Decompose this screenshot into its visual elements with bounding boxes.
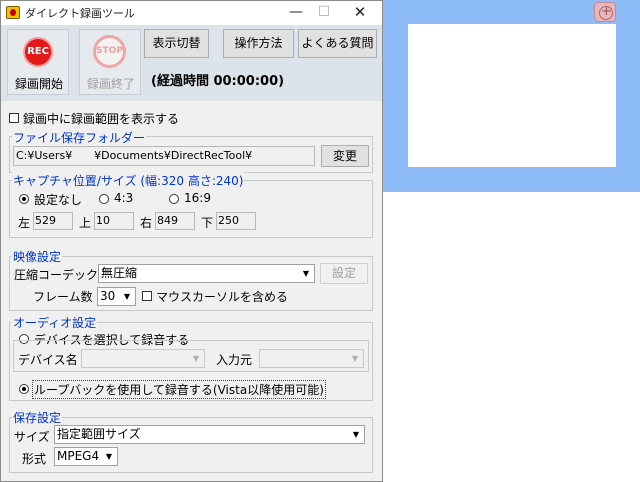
codec-label: 圧縮コーデック xyxy=(14,268,99,282)
audio-group-label: オーディオ設定 xyxy=(12,314,98,331)
record-start-button[interactable]: REC 録画開始 xyxy=(7,29,69,95)
loopback-label: ループバックを使用して録音する(Vista以降使用可能) xyxy=(32,380,326,399)
app-icon xyxy=(6,6,20,19)
capture-none-label: 設定なし xyxy=(34,193,83,207)
chevron-down-icon: ▼ xyxy=(123,292,131,301)
chevron-down-icon: ▼ xyxy=(351,354,359,363)
show-range-label: 録画中に録画範囲を表示する xyxy=(23,112,180,126)
stop-icon: STOP xyxy=(93,35,126,68)
chevron-down-icon: ▼ xyxy=(352,430,360,439)
right-field[interactable]: 849 xyxy=(155,212,195,230)
record-stop-label: 録画終了 xyxy=(86,77,135,91)
chevron-down-icon: ▼ xyxy=(105,452,113,461)
capture-169-label: 16:9 xyxy=(184,191,211,205)
app-window: ダイレクト録画ツール — ☐ ✕ REC 録画開始 STOP 録画終了 表示切替… xyxy=(0,0,383,482)
how-to-button[interactable]: 操作方法 xyxy=(223,29,294,58)
size-value: 指定範囲サイズ xyxy=(57,427,141,441)
capture-43-radio[interactable] xyxy=(99,194,109,204)
bottom-label: 下 xyxy=(201,216,214,230)
capture-169-radio[interactable] xyxy=(169,194,179,204)
close-button[interactable]: ✕ xyxy=(337,1,383,25)
size-select[interactable]: 指定範囲サイズ ▼ xyxy=(54,425,365,444)
top-label: 上 xyxy=(79,216,92,230)
window-title: ダイレクト録画ツール xyxy=(25,7,135,20)
input-source-select[interactable]: ▼ xyxy=(259,349,364,368)
faq-button[interactable]: よくある質問 xyxy=(298,29,377,58)
bottom-field[interactable]: 250 xyxy=(216,212,256,230)
cursor-label: マウスカーソルを含める xyxy=(156,290,289,304)
capture-43-label: 4:3 xyxy=(114,191,134,205)
right-label: 右 xyxy=(140,216,153,230)
chevron-down-icon: ▼ xyxy=(192,354,200,363)
record-stop-button[interactable]: STOP 録画終了 xyxy=(79,29,141,95)
left-label: 左 xyxy=(18,216,31,230)
title-bar: ダイレクト録画ツール — ☐ ✕ xyxy=(1,1,382,25)
size-label: サイズ xyxy=(14,430,50,444)
folder-path-field[interactable]: C:¥Users¥ ¥Documents¥DirectRecTool¥ xyxy=(13,146,315,166)
chevron-down-icon: ▼ xyxy=(302,269,310,278)
elapsed-time: (経過時間 00:00:00) xyxy=(151,74,285,89)
capture-none-radio[interactable] xyxy=(19,194,29,204)
fps-select[interactable]: 30 ▼ xyxy=(97,287,136,306)
display-toggle-button[interactable]: 表示切替 xyxy=(144,29,209,58)
fps-label: フレーム数 xyxy=(33,290,93,304)
capture-group-label: キャプチャ位置/サイズ (幅:320 高さ:240) xyxy=(12,172,245,189)
folder-group-label: ファイル保存フォルダー xyxy=(12,129,147,146)
save-group-label: 保存設定 xyxy=(12,409,63,426)
toolbar: REC 録画開始 STOP 録画終了 表示切替 操作方法 よくある質問 xyxy=(1,25,382,101)
top-field[interactable]: 10 xyxy=(94,212,134,230)
cursor-checkbox[interactable] xyxy=(142,291,152,301)
video-group-label: 映像設定 xyxy=(12,248,63,265)
change-folder-button[interactable]: 変更 xyxy=(321,145,369,167)
crosshair-icon[interactable] xyxy=(594,2,616,22)
codec-select[interactable]: 無圧縮 ▼ xyxy=(98,264,315,283)
codec-value: 無圧縮 xyxy=(101,266,138,280)
format-label: 形式 xyxy=(22,452,47,466)
show-range-checkbox[interactable] xyxy=(9,113,19,123)
fps-value: 30 xyxy=(100,289,116,303)
left-field[interactable]: 529 xyxy=(33,212,73,230)
format-value: MPEG4 xyxy=(57,449,100,463)
loopback-radio[interactable] xyxy=(19,384,29,394)
capture-region xyxy=(408,24,616,167)
format-select[interactable]: MPEG4 ▼ xyxy=(54,447,118,466)
codec-settings-button[interactable]: 設定 xyxy=(320,263,368,284)
rec-icon: REC xyxy=(23,37,53,67)
device-select[interactable]: ▼ xyxy=(81,349,205,368)
record-start-label: 録画開始 xyxy=(14,77,63,91)
input-source-label: 入力元 xyxy=(216,353,253,367)
device-name-label: デバイス名 xyxy=(18,353,78,367)
